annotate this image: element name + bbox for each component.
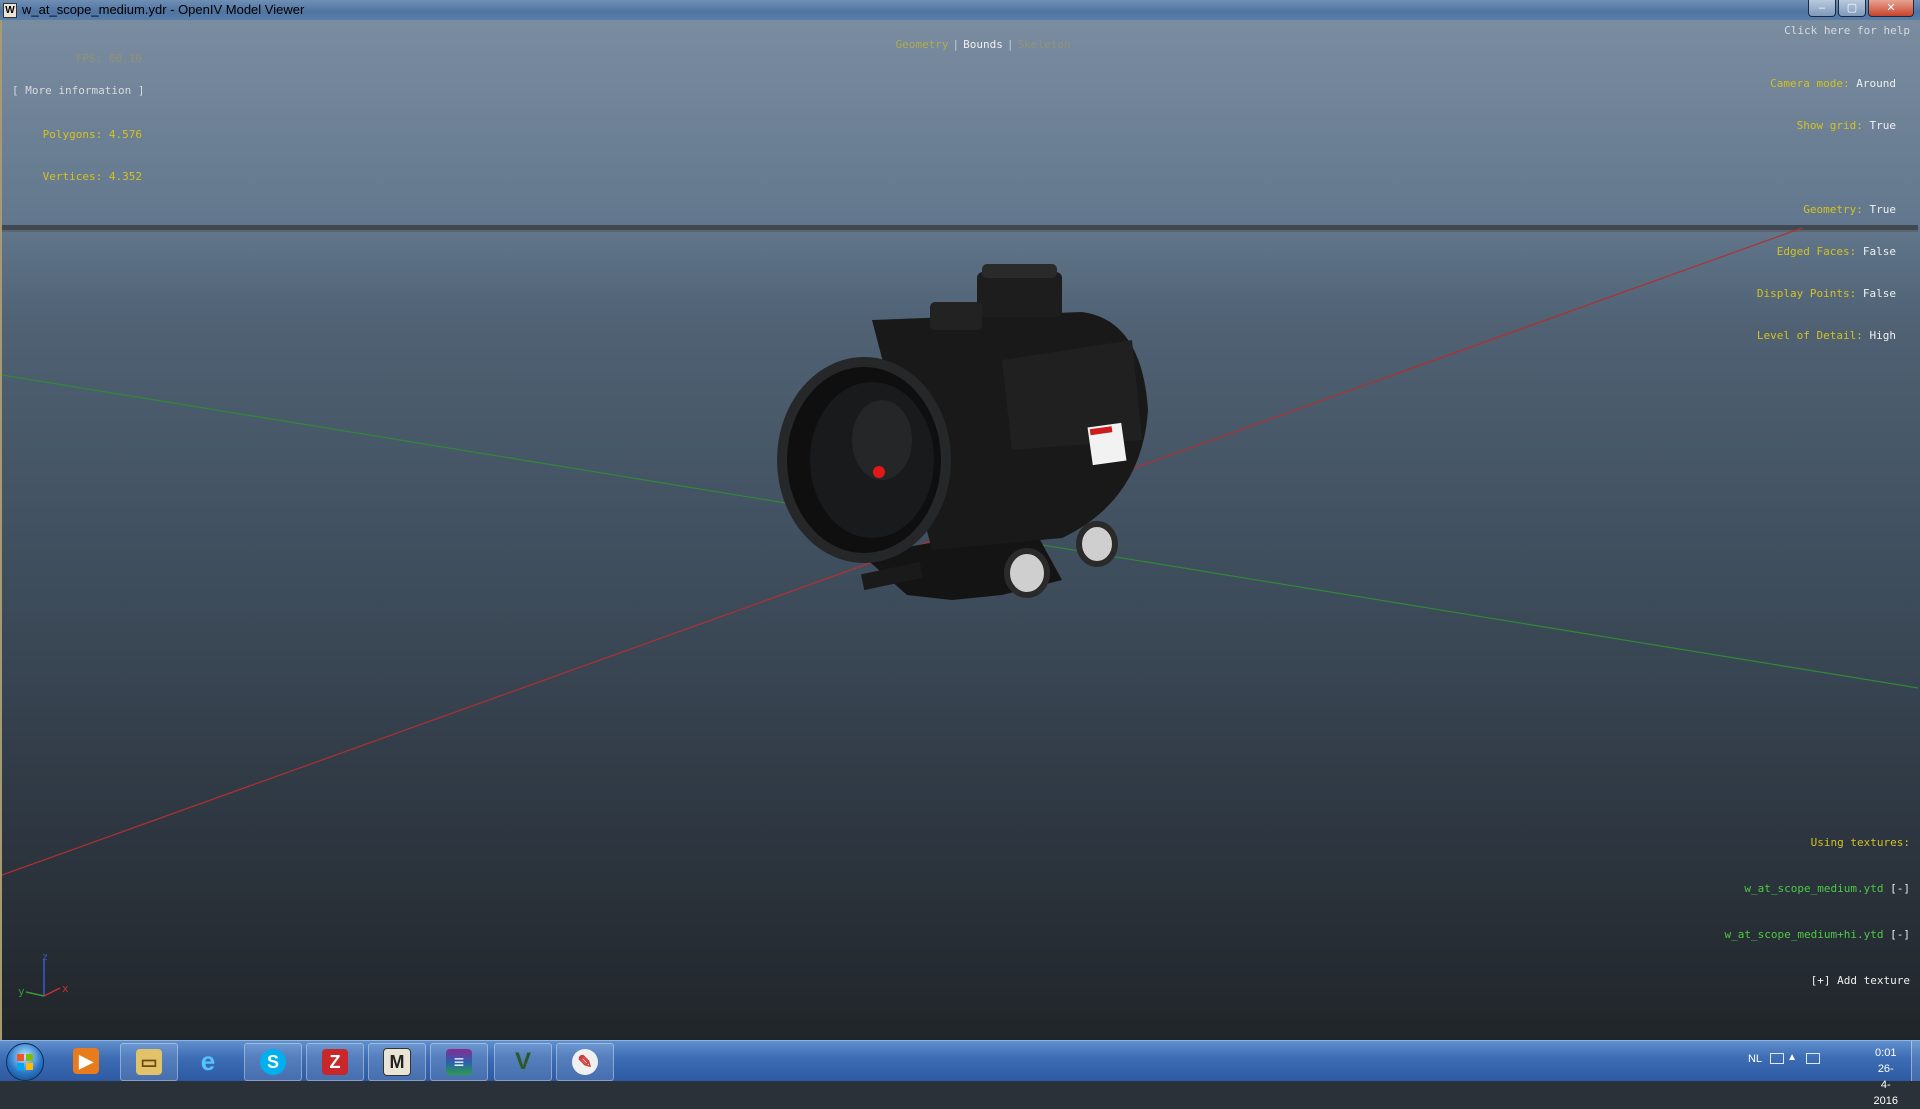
scope-turret-small (930, 302, 982, 330)
textures-title: Using textures: (1810, 836, 1910, 849)
setting-show-grid[interactable]: Show grid: True (1757, 119, 1896, 133)
remove-texture-button[interactable]: [-] (1890, 928, 1910, 941)
minimize-button[interactable]: ‒ (1808, 0, 1836, 17)
tab-separator: | (1006, 38, 1014, 51)
red-dot (873, 466, 885, 478)
vertex-count: Vertices: 4.352 (42, 170, 142, 183)
axis-gizmo: y x z (18, 952, 69, 998)
internet-explorer-button[interactable]: e (180, 1043, 236, 1079)
texture-item: w_at_scope_medium.ytd [-] (1725, 882, 1910, 900)
more-information-link[interactable]: [ More information ] (12, 84, 144, 98)
openiv-icon: M (383, 1048, 411, 1076)
scope-knob-front (1004, 548, 1050, 598)
polygon-count: Polygons: 4.576 (42, 128, 142, 141)
texture-name: w_at_scope_medium+hi.ytd (1724, 928, 1884, 941)
media-player-icon: ▶ (73, 1048, 99, 1074)
view-mode-tabs: Geometry | Bounds | Skeleton (867, 24, 1072, 66)
scope-turret (977, 272, 1062, 317)
textures-panel: Using textures: w_at_scope_medium.ytd [-… (1725, 808, 1910, 1020)
hud-stats: FPS: 60,16 Polygons: 4.576 Vertices: 4.3… (12, 24, 142, 212)
windows-logo-icon (17, 1054, 33, 1070)
maximize-button[interactable]: ▢ (1838, 0, 1866, 17)
keyboard-icon[interactable] (1770, 1053, 1784, 1064)
window-controls: ‒ ▢ ✕ (1806, 0, 1914, 18)
openiv-button[interactable]: M (368, 1043, 426, 1081)
close-button[interactable]: ✕ (1868, 0, 1914, 17)
paint-icon: ✎ (572, 1049, 598, 1075)
viewer-settings: Camera mode: Around Show grid: True Geom… (1757, 49, 1896, 371)
winrar-icon: ≡ (446, 1049, 472, 1075)
action-center-icon[interactable] (1806, 1053, 1820, 1064)
winrar-button[interactable]: ≡ (430, 1043, 488, 1081)
scope-knob-rear (1076, 521, 1118, 567)
gizmo-x-axis (43, 987, 61, 997)
show-desktop-button[interactable] (1911, 1041, 1920, 1081)
tab-geometry[interactable]: Geometry (896, 38, 949, 51)
red-app-icon: Z (322, 1049, 348, 1075)
tab-separator: | (952, 38, 960, 51)
model-viewport[interactable]: y x z FPS: 60,16 Polygons: 4.576 Vertice… (0, 20, 1920, 1040)
help-link[interactable]: Click here for help (1784, 24, 1910, 38)
tab-bounds[interactable]: Bounds (963, 38, 1003, 51)
setting-camera-mode[interactable]: Camera mode: Around (1757, 77, 1896, 91)
clock-date: 26-4-2016 (1873, 1063, 1899, 1107)
red-app-button[interactable]: Z (306, 1043, 364, 1081)
language-indicator[interactable]: NL (1748, 1053, 1762, 1065)
start-button[interactable] (6, 1043, 44, 1081)
clock-time: 0:01 (1875, 1047, 1897, 1059)
setting-level-of-detail[interactable]: Level of Detail: High (1757, 329, 1896, 343)
taskbar: ▶ ▭ e S Z M ≡ V ✎ NL ▲ 0:01 26-4-2016 (0, 1040, 1920, 1107)
openiv-app-icon[interactable]: W (3, 3, 17, 18)
skype-icon: S (260, 1049, 286, 1075)
scope-turret-cap (982, 264, 1057, 278)
skype-button[interactable]: S (244, 1043, 302, 1081)
scope-model (777, 264, 1148, 600)
gizmo-x-label: x (62, 982, 69, 995)
gta-v-icon: V (514, 1048, 531, 1075)
clock[interactable]: 0:01 26-4-2016 (1874, 1045, 1898, 1109)
remove-texture-button[interactable]: [-] (1890, 882, 1910, 895)
gizmo-z-label: z (42, 952, 48, 963)
paint-button[interactable]: ✎ (556, 1043, 614, 1081)
add-texture-button[interactable]: [+] Add texture (1725, 974, 1910, 992)
tab-skeleton[interactable]: Skeleton (1017, 38, 1070, 51)
gta-v-button[interactable]: V (494, 1043, 552, 1081)
texture-name: w_at_scope_medium.ytd (1744, 882, 1884, 895)
file-explorer-button[interactable]: ▭ (120, 1043, 178, 1081)
window-title: w_at_scope_medium.ydr - OpenIV Model Vie… (22, 2, 305, 17)
gizmo-y-label: y (18, 985, 25, 998)
setting-display-points[interactable]: Display Points: False (1757, 287, 1896, 301)
window-title-bar[interactable]: W w_at_scope_medium.ydr - OpenIV Model V… (0, 0, 1920, 20)
internet-explorer-icon: e (200, 1045, 216, 1076)
file-explorer-icon: ▭ (136, 1049, 162, 1075)
scene-canvas[interactable]: y x z (2, 20, 1918, 1040)
texture-item: w_at_scope_medium+hi.ytd [-] (1725, 928, 1910, 946)
setting-edged-faces[interactable]: Edged Faces: False (1757, 245, 1896, 259)
setting-geometry[interactable]: Geometry: True (1757, 203, 1896, 217)
media-player-button[interactable]: ▶ (58, 1043, 114, 1079)
gizmo-y-axis (25, 991, 45, 997)
fps-counter: FPS: 60,16 (75, 52, 142, 65)
show-hidden-icons-button[interactable]: ▲ (1787, 1052, 1797, 1063)
